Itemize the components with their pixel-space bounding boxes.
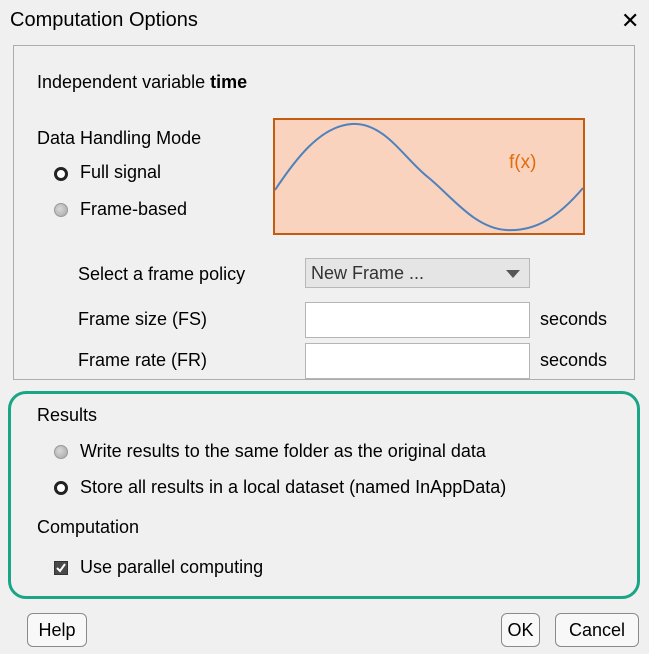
parallel-label: Use parallel computing — [80, 557, 264, 577]
results-heading: Results — [37, 405, 98, 425]
preview-function-label: f(x) — [509, 152, 537, 173]
frame-rate-label: Frame rate (FR) — [78, 350, 208, 370]
data-handling-heading: Data Handling Mode — [37, 128, 202, 148]
signal-preview: f(x) — [273, 118, 585, 235]
local-dataset-label: Store all results in a local dataset (na… — [80, 477, 507, 497]
same-folder-radio[interactable] — [54, 445, 68, 459]
cancel-button[interactable]: Cancel — [555, 613, 639, 647]
window-title: Computation Options — [10, 9, 198, 31]
frame-rate-unit: seconds — [540, 350, 608, 370]
sine-wave-icon — [275, 122, 583, 232]
computation-heading: Computation — [37, 517, 140, 537]
ok-button[interactable]: OK — [501, 613, 540, 647]
independent-variable-row: Independent variable time — [37, 72, 247, 93]
frame-size-unit: seconds — [540, 309, 608, 329]
frame-based-radio[interactable] — [54, 203, 68, 217]
independent-variable-label: Independent variable — [37, 72, 206, 92]
chevron-down-icon — [506, 270, 520, 278]
frame-rate-field[interactable] — [305, 343, 530, 379]
parallel-checkbox[interactable] — [54, 561, 68, 575]
close-icon[interactable]: ✕ — [621, 8, 639, 34]
full-signal-label: Full signal — [80, 162, 162, 182]
frame-based-label: Frame-based — [80, 199, 188, 219]
same-folder-label: Write results to the same folder as the … — [80, 441, 486, 461]
frame-size-label: Frame size (FS) — [78, 309, 208, 329]
frame-policy-value: New Frame ... — [311, 263, 425, 283]
title-bar: Computation Options ✕ — [0, 0, 649, 43]
full-signal-radio[interactable] — [54, 167, 68, 181]
check-icon — [56, 563, 66, 573]
help-button[interactable]: Help — [27, 613, 87, 647]
frame-size-field[interactable] — [305, 302, 530, 338]
independent-variable-value: time — [210, 72, 248, 92]
frame-policy-label: Select a frame policy — [78, 264, 246, 284]
local-dataset-radio[interactable] — [54, 481, 68, 495]
frame-policy-select[interactable]: New Frame ... — [305, 258, 530, 288]
